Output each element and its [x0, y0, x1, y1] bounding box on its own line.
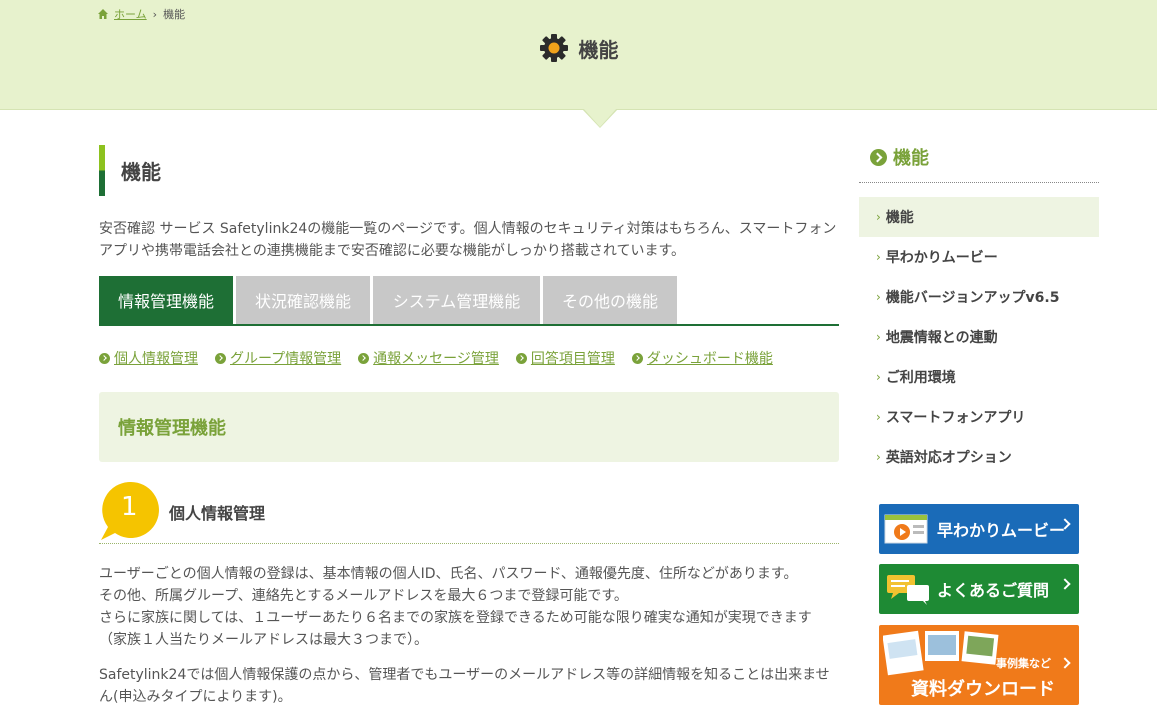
chevron-right-icon [1059, 657, 1071, 669]
feature-tabs: 情報管理機能 状況確認機能 システム管理機能 その他の機能 [99, 276, 839, 326]
sidebar-item-features[interactable]: › 機能 [859, 197, 1099, 237]
page-title: 機能 [0, 33, 1157, 63]
faq-banner-label: よくあるご質問 [937, 581, 1050, 600]
chevron-right-icon: › [876, 370, 881, 384]
download-banner[interactable]: 事例集など 資料ダウンロード [879, 625, 1079, 705]
breadcrumb-current: 機能 [163, 8, 186, 21]
arrow-circle-icon [99, 352, 110, 364]
link-dashboard[interactable]: ダッシュボード機能 [631, 348, 773, 368]
feature-privacy-note: Safetylink24では個人情報保護の点から、管理者でもユーザーのメールアド… [99, 667, 830, 705]
section-title-box: 情報管理機能 [99, 392, 839, 462]
feature-number: 1 [121, 492, 138, 522]
hero-pointer [583, 108, 617, 127]
sidebar-item-english-option[interactable]: › 英語対応オプション [859, 437, 1099, 477]
tab-info-management[interactable]: 情報管理機能 [99, 276, 233, 324]
section-links: 個人情報管理 グループ情報管理 通報メッセージ管理 回答項目管理 ダッシュボード… [99, 348, 773, 368]
tab-other-features[interactable]: その他の機能 [543, 276, 677, 324]
sidebar-item-movie[interactable]: › 早わかりムービー [859, 237, 1099, 277]
chevron-right-icon: › [876, 450, 881, 464]
chevron-right-icon: › [876, 290, 881, 304]
chevron-right-icon: › [876, 330, 881, 344]
arrow-circle-icon [870, 148, 887, 166]
feature-desc-line4: （家族１人当たりメールアドレスは最大３つまで）。 [99, 632, 428, 648]
download-banner-subtext: 事例集など [996, 657, 1051, 670]
breadcrumb: ホーム › 機能 [98, 6, 185, 22]
tab-system-management[interactable]: システム管理機能 [373, 276, 540, 324]
intro-text: 安否確認 サービス Safetylink24の機能一覧のページです。個人情報のセ… [99, 221, 837, 259]
arrow-circle-icon [215, 352, 226, 364]
chevron-right-icon: › [876, 250, 881, 264]
main-heading: 機能 [99, 145, 161, 196]
heading-accent-bar [99, 145, 105, 196]
sidebar-divider [859, 182, 1099, 183]
chevron-right-icon: › [876, 410, 881, 424]
sidebar-item-smartphone-app[interactable]: › スマートフォンアプリ [859, 397, 1099, 437]
arrow-circle-icon [358, 352, 370, 364]
section-title: 情報管理機能 [118, 418, 226, 439]
link-message-management[interactable]: 通報メッセージ管理 [358, 348, 499, 368]
hero-title-text: 機能 [578, 37, 619, 62]
tab-status-check[interactable]: 状況確認機能 [236, 276, 370, 324]
download-banner-label: 資料ダウンロード [911, 679, 1055, 700]
chevron-right-icon: › [876, 210, 881, 224]
link-personal-info[interactable]: 個人情報管理 [99, 348, 198, 368]
feature-desc-line2: その他、所属グループ、連絡先とするメールアドレスを最大６つまで登録可能です。 [99, 588, 628, 604]
sidebar-item-version-up[interactable]: › 機能バージョンアップv6.5 [859, 277, 1099, 317]
link-answer-items[interactable]: 回答項目管理 [515, 348, 615, 368]
arrow-circle-icon [515, 352, 527, 364]
feature-desc-line3: さらに家族に関しては、１ユーザーあたり６名までの家族を登録できるため可能な限り確… [99, 610, 812, 626]
sidebar-nav: › 機能 › 早わかりムービー › 機能バージョンアップv6.5 › 地震情報との連動 … [859, 197, 1099, 477]
faq-banner[interactable]: よくあるご質問 [879, 564, 1079, 614]
link-group-info[interactable]: グループ情報管理 [215, 348, 341, 368]
arrow-circle-icon [631, 352, 643, 364]
feature-title: 個人情報管理 [169, 504, 266, 523]
sidebar-title-text: 機能 [893, 148, 929, 169]
movie-banner-label: 早わかりムービー [937, 521, 1066, 540]
brochure-images-icon [883, 630, 999, 676]
home-icon [98, 9, 108, 19]
movie-banner[interactable]: 早わかりムービー [879, 504, 1079, 554]
speech-bubble-icon [887, 575, 929, 605]
breadcrumb-home-link[interactable]: ホーム [114, 6, 147, 22]
page-hero: ホーム › 機能 機能 [0, 0, 1157, 110]
feature-heading: 1 個人情報管理 [99, 480, 839, 544]
sidebar-title: 機能 [870, 144, 929, 170]
chevron-right-icon [1059, 578, 1071, 590]
video-player-icon [884, 514, 928, 544]
breadcrumb-separator: › [152, 7, 158, 21]
gear-icon [539, 34, 568, 62]
feature-desc-line1: ユーザーごとの個人情報の登録は、基本情報の個人ID、氏名、パスワード、通報優先度… [99, 566, 798, 582]
sidebar-item-earthquake[interactable]: › 地震情報との連動 [859, 317, 1099, 357]
sidebar-item-environment[interactable]: › ご利用環境 [859, 357, 1099, 397]
main-heading-text: 機能 [121, 160, 161, 184]
